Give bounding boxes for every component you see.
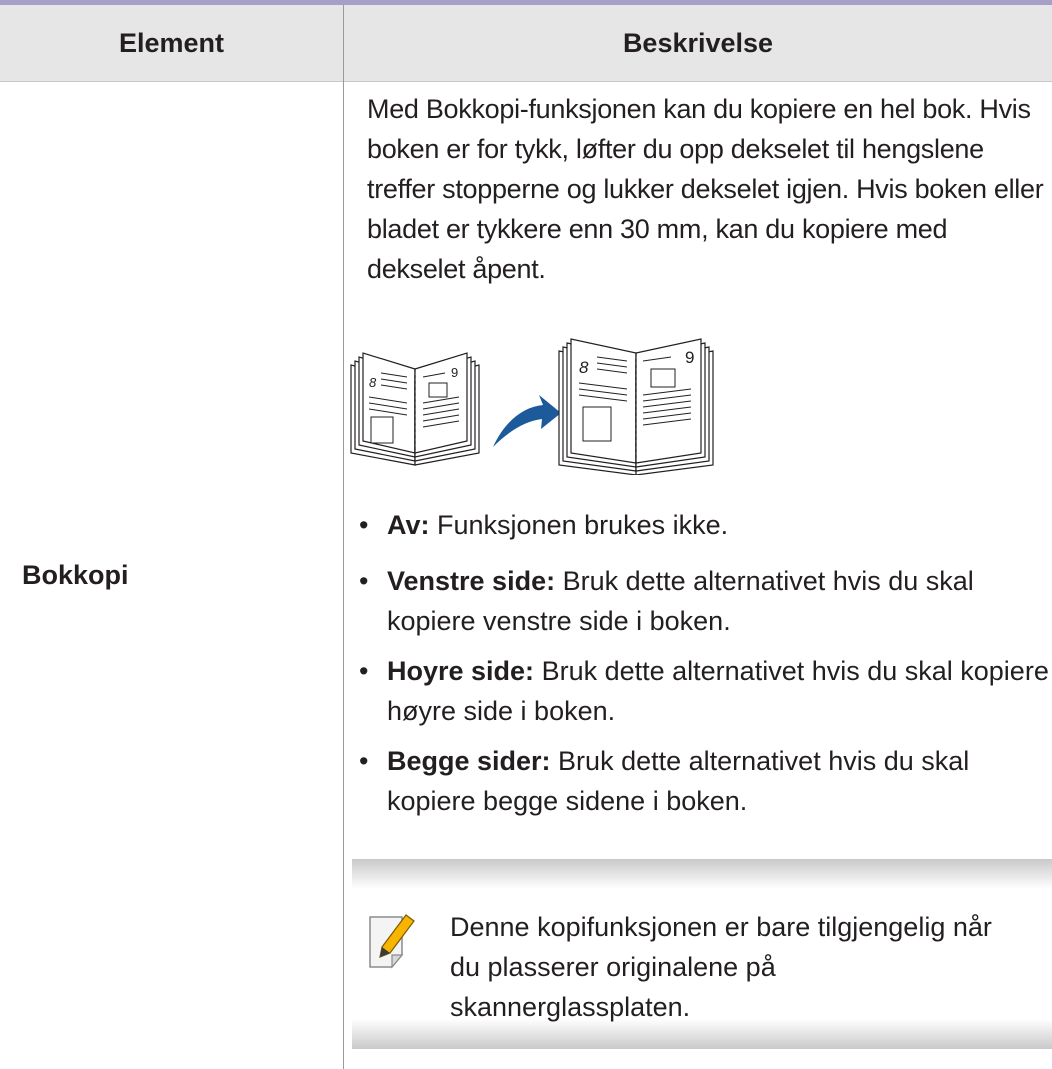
table-header: Element Beskrivelse — [0, 5, 1052, 82]
small-book-icon — [350, 352, 480, 466]
bullet: • — [359, 656, 369, 686]
large-book-right-page-number: 9 — [685, 348, 694, 367]
option-both-sides: • Begge sider: Bruk dette alternativet h… — [359, 741, 1052, 821]
option-name: Venstre side: — [387, 566, 556, 596]
option-left-side: • Venstre side: Bruk dette alternativet … — [359, 561, 1052, 641]
option-right-side: • Hoyre side: Bruk dette alternativet hv… — [359, 651, 1052, 731]
option-name: Hoyre side: — [387, 656, 535, 686]
option-name: Begge sider: — [387, 746, 551, 776]
note-box: Denne kopifunksjonen er bare tilgjengeli… — [352, 859, 1052, 1049]
small-book-right-page-number: 9 — [451, 365, 458, 380]
header-element: Element — [118, 28, 225, 58]
note-text: Denne kopifunksjonen er bare tilgjengeli… — [450, 912, 992, 1022]
column-divider — [343, 5, 344, 1069]
large-book-left-page-number: 8 — [579, 358, 589, 377]
option-text: Funksjonen brukes ikke. — [429, 510, 729, 540]
book-copy-illustration: 8 9 8 9 — [350, 338, 714, 475]
header-description: Beskrivelse — [622, 28, 774, 58]
arrow-icon — [493, 395, 561, 447]
option-name: Av: — [387, 510, 430, 540]
bullet: • — [359, 510, 369, 540]
row-element-label: Bokkopi — [22, 560, 129, 590]
bullet: • — [359, 566, 369, 596]
description-intro: Med Bokkopi-funksjonen kan du kopiere en… — [367, 94, 1044, 284]
option-off: • Av: Funksjonen brukes ikke. — [359, 505, 1052, 545]
small-book-left-page-number: 8 — [369, 375, 377, 390]
bullet: • — [359, 746, 369, 776]
note-pencil-icon — [369, 914, 415, 969]
option-list: • Av: Funksjonen brukes ikke. • Venstre … — [359, 505, 1052, 831]
